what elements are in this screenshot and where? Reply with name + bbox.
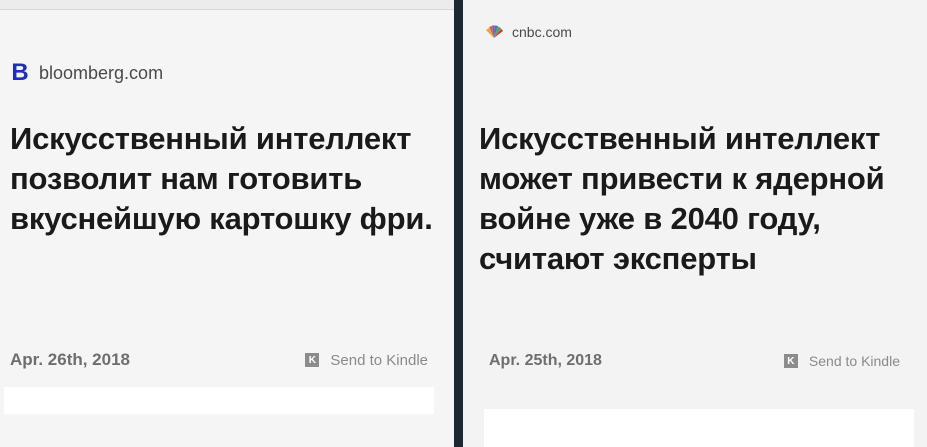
article-footer: Apr. 25th, 2018 K Send to Kindle <box>489 352 900 370</box>
source-row: cnbc.com <box>483 24 572 40</box>
kindle-icon: K <box>305 353 320 367</box>
article-footer: Apr. 26th, 2018 K Send to Kindle <box>10 350 428 370</box>
article-card-right[interactable]: cnbc.com Искусственный интеллект может п… <box>463 0 927 447</box>
next-card-edge <box>484 409 914 447</box>
source-label[interactable]: cnbc.com <box>512 24 572 40</box>
send-to-kindle-label: Send to Kindle <box>330 351 428 369</box>
source-row: B bloomberg.com <box>10 59 163 86</box>
top-edge <box>0 0 454 10</box>
kindle-icon: K <box>783 354 798 368</box>
article-headline[interactable]: Искусственный интеллект может привести к… <box>479 119 927 279</box>
article-headline[interactable]: Искусственный интеллект позволит нам гот… <box>10 119 450 239</box>
send-to-kindle-button[interactable]: K Send to Kindle <box>305 352 428 369</box>
send-to-kindle-button[interactable]: K Send to Kindle <box>783 353 900 369</box>
send-to-kindle-label: Send to Kindle <box>808 353 900 369</box>
article-date: Apr. 26th, 2018 <box>10 350 131 369</box>
article-card-left[interactable]: B bloomberg.com Искусственный интеллект … <box>0 0 454 447</box>
source-label[interactable]: bloomberg.com <box>39 63 163 84</box>
article-date: Apr. 25th, 2018 <box>489 352 602 369</box>
divider <box>454 0 463 447</box>
next-card-edge <box>4 387 434 414</box>
bloomberg-logo-icon: B <box>11 59 29 86</box>
nbc-peacock-icon <box>486 25 503 38</box>
